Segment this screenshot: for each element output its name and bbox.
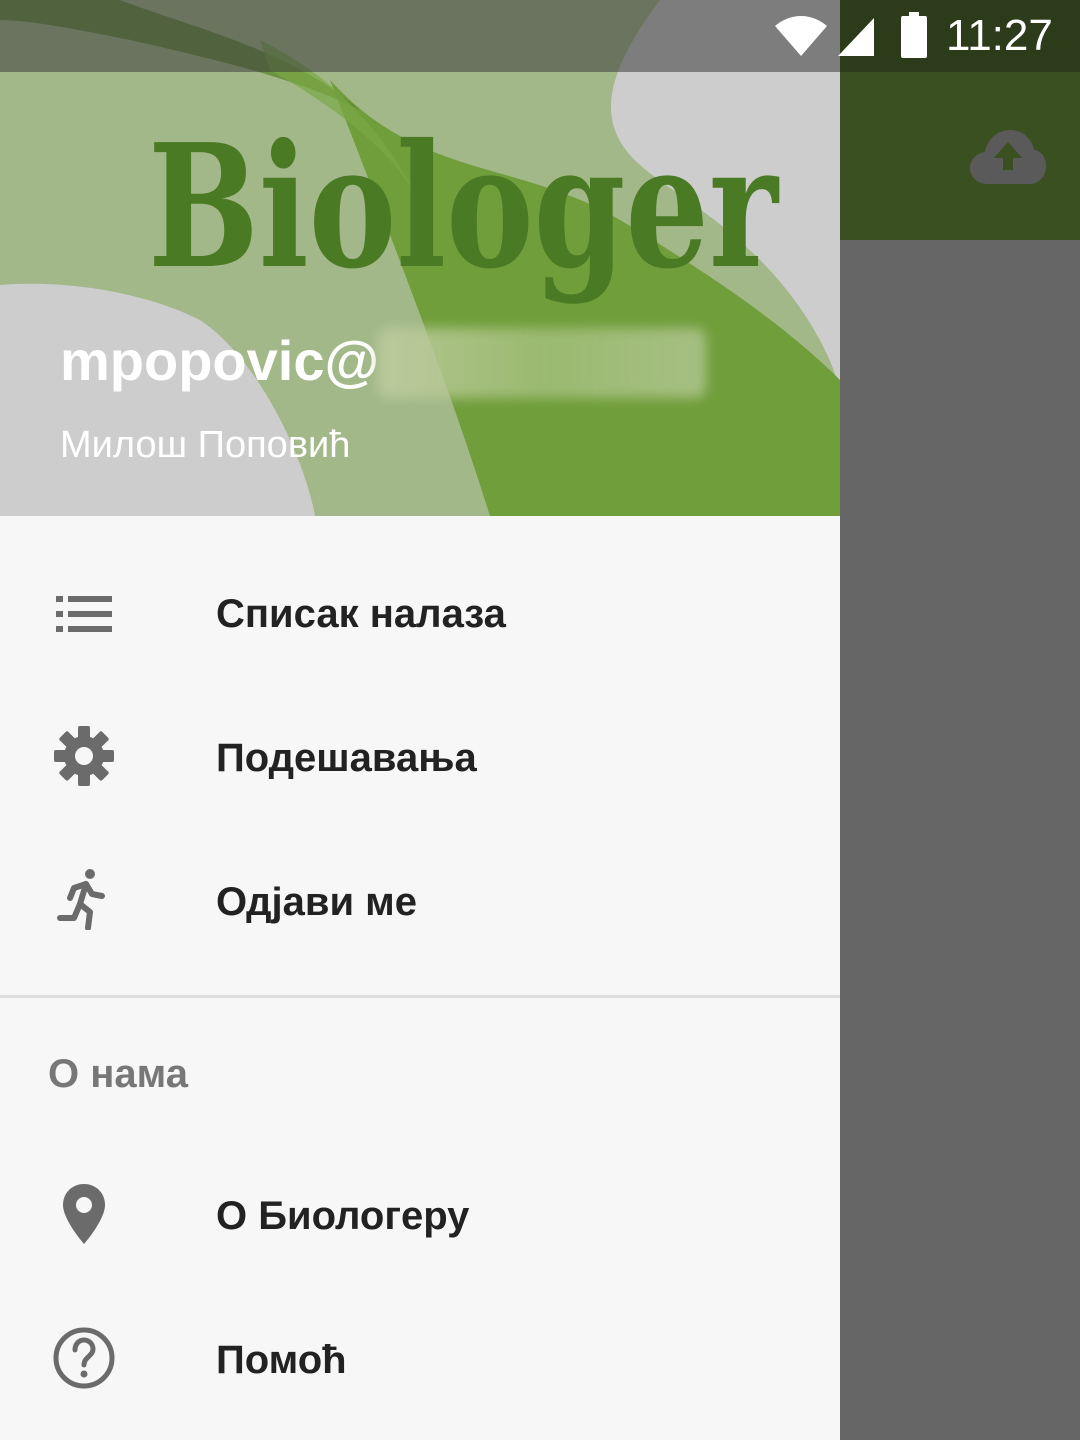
biologer-logo-text: Biologer (148, 107, 780, 307)
cloud-upload-icon[interactable] (968, 126, 1048, 186)
list-icon (56, 596, 112, 632)
user-name: Милош Поповић (60, 424, 351, 466)
menu-item-logout[interactable]: Одјави ме (0, 830, 840, 974)
divider (0, 995, 840, 998)
email-domain-redacted (378, 328, 706, 398)
run-icon (57, 869, 105, 930)
menu-item-label: Одјави ме (216, 880, 417, 924)
menu-item-settings[interactable]: Подешавања (0, 686, 840, 830)
gear-icon (54, 726, 114, 786)
biologer-logo: Biologer (148, 107, 780, 307)
cell-signal-icon (838, 18, 874, 56)
status-time: 11:27 (946, 11, 1053, 60)
menu-item-label: Помоћ (216, 1338, 347, 1382)
menu-item-label: Подешавања (216, 736, 477, 780)
user-email: mpopovic@ (60, 329, 380, 392)
menu-item-help[interactable]: Помоћ (0, 1288, 840, 1432)
menu-item-findings-list[interactable]: Списак налаза (0, 542, 840, 686)
navigation-drawer: Biologer mpopovic@ Милош Поповић Списак … (0, 0, 840, 1440)
menu-item-about-biologer[interactable]: О Биологеру (0, 1144, 840, 1288)
menu-item-label: О Биологеру (216, 1194, 470, 1238)
drawer-header: Biologer mpopovic@ Милош Поповић (0, 0, 840, 516)
wifi-icon (775, 16, 827, 56)
status-bar: 11:27 (0, 0, 1080, 72)
help-circle-icon (53, 1327, 115, 1389)
section-header-about: О нама (48, 1052, 188, 1096)
menu-item-label: Списак налаза (216, 592, 506, 636)
location-pin-icon (63, 1184, 105, 1244)
battery-icon (901, 12, 927, 58)
